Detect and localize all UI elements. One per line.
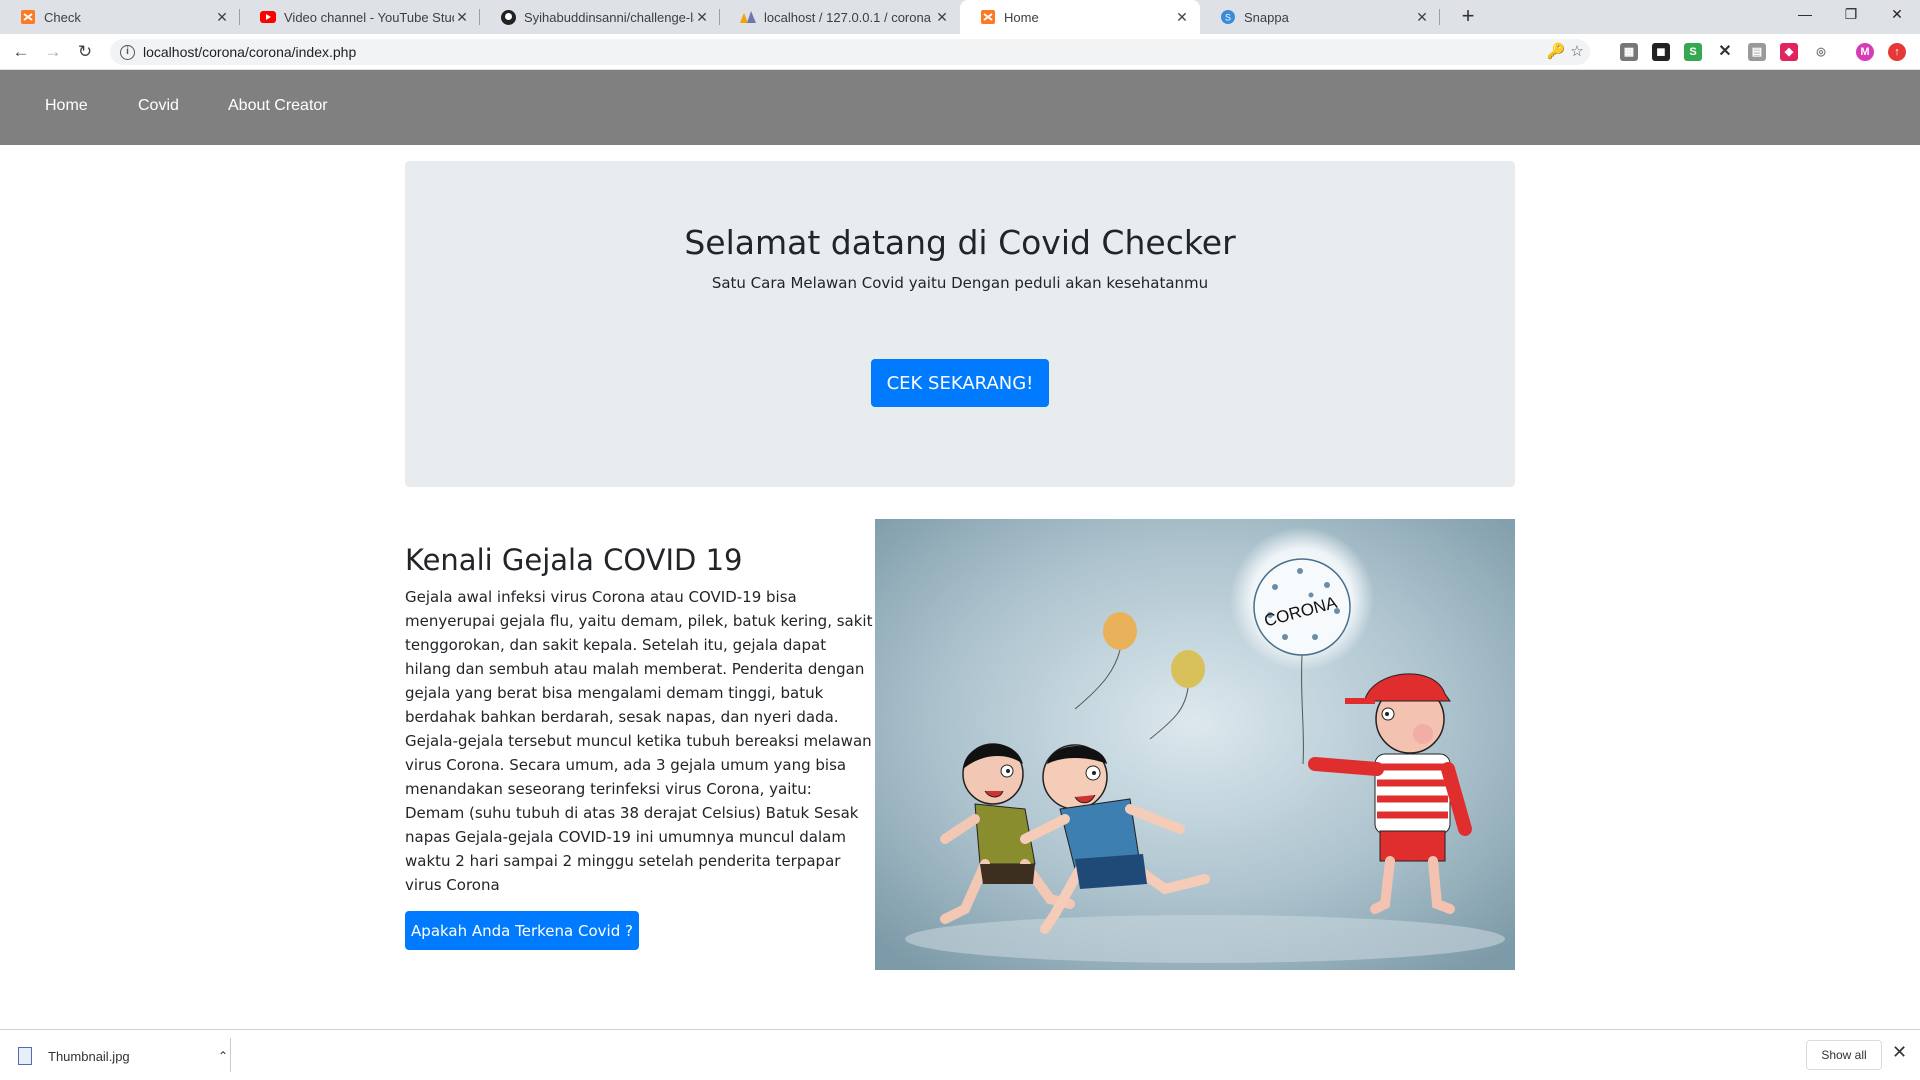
- xampp-icon: [20, 9, 36, 25]
- extension-grid-icon[interactable]: ▦: [1620, 43, 1638, 61]
- url-text: localhost/corona/corona/index.php: [143, 44, 357, 60]
- close-icon[interactable]: ✕: [934, 9, 950, 26]
- window-close-button[interactable]: ✕: [1874, 0, 1920, 30]
- download-item[interactable]: Thumbnail.jpg ⌃: [18, 1042, 228, 1070]
- extension-game-icon[interactable]: ◼: [1652, 43, 1670, 61]
- jumbotron-subtitle: Satu Cara Melawan Covid yaitu Dengan ped…: [711, 274, 1209, 292]
- jumbotron-title: Selamat datang di Covid Checker: [684, 223, 1236, 262]
- close-icon[interactable]: ✕: [454, 9, 470, 26]
- info-icon[interactable]: i: [120, 44, 135, 60]
- symptoms-section: Kenali Gejala COVID 19 Gejala awal infek…: [405, 543, 875, 950]
- extension-target-icon[interactable]: ◎: [1812, 43, 1830, 61]
- tab-title: Syihabuddinsanni/challenge-last: [524, 9, 694, 25]
- back-button[interactable]: ←: [9, 40, 33, 64]
- snappa-icon: S: [1220, 9, 1236, 25]
- nav-home[interactable]: Home: [45, 97, 88, 115]
- update-icon[interactable]: ↑: [1888, 43, 1906, 61]
- tab-title: Home: [1004, 9, 1039, 25]
- browser-toolbar: ← → ↻ i localhost/corona/corona/index.ph…: [0, 34, 1920, 70]
- nav-about-creator[interactable]: About Creator: [228, 97, 328, 115]
- tab-check[interactable]: Check ✕: [0, 0, 240, 34]
- new-tab-button[interactable]: +: [1455, 4, 1481, 30]
- tab-github[interactable]: Syihabuddinsanni/challenge-last ✕: [480, 0, 720, 34]
- jumbotron: Selamat datang di Covid Checker Satu Car…: [405, 161, 1515, 487]
- tab-separator: [1439, 9, 1440, 25]
- tab-title: Snappa: [1244, 9, 1289, 25]
- phpmyadmin-icon: [740, 9, 756, 25]
- download-filename: Thumbnail.jpg: [48, 1048, 130, 1064]
- page: Home Covid About Creator Selamat datang …: [0, 70, 1920, 1030]
- address-bar[interactable]: i localhost/corona/corona/index.php 🔑 ☆: [110, 39, 1590, 65]
- svg-text:S: S: [1225, 13, 1231, 23]
- profile-avatar[interactable]: M: [1856, 43, 1874, 61]
- symptoms-text: Gejala awal infeksi virus Corona atau CO…: [405, 588, 873, 894]
- show-all-button[interactable]: Show all: [1806, 1040, 1882, 1070]
- nav-covid[interactable]: Covid: [138, 97, 179, 115]
- tab-home[interactable]: Home ✕: [960, 0, 1200, 34]
- reload-button[interactable]: ↻: [73, 40, 97, 64]
- covid-check-button[interactable]: Apakah Anda Terkena Covid ?: [405, 911, 639, 950]
- download-bar: Thumbnail.jpg ⌃ Show all ✕: [0, 1029, 1920, 1080]
- github-icon: [500, 9, 516, 25]
- chevron-up-icon[interactable]: ⌃: [218, 1049, 228, 1063]
- youtube-icon: [260, 9, 276, 25]
- extension-shield-icon[interactable]: ◆: [1780, 43, 1798, 61]
- star-icon[interactable]: ☆: [1565, 39, 1589, 65]
- forward-button[interactable]: →: [41, 40, 65, 64]
- image-file-icon: [18, 1047, 32, 1065]
- tab-title: Video channel - YouTube Studio: [284, 9, 454, 25]
- corona-illustration: CORONA: [875, 519, 1515, 970]
- xampp-icon: [980, 9, 996, 25]
- site-navbar: Home Covid About Creator: [0, 70, 1920, 145]
- close-icon[interactable]: ✕: [694, 9, 710, 26]
- check-now-button[interactable]: CEK SEKARANG!: [871, 359, 1049, 407]
- close-icon[interactable]: ✕: [1892, 1042, 1907, 1063]
- tab-snappa[interactable]: S Snappa ✕: [1200, 0, 1440, 34]
- tab-youtube-studio[interactable]: Video channel - YouTube Studio ✕: [240, 0, 480, 34]
- close-icon[interactable]: ✕: [1414, 9, 1430, 26]
- extension-table-icon[interactable]: ▤: [1748, 43, 1766, 61]
- extension-x-icon[interactable]: ✕: [1716, 43, 1734, 61]
- close-icon[interactable]: ✕: [1174, 9, 1190, 26]
- tab-strip: Check ✕ Video channel - YouTube Studio ✕…: [0, 0, 1920, 34]
- tab-phpmyadmin[interactable]: localhost / 127.0.0.1 / corona / u ✕: [720, 0, 960, 34]
- download-separator: [230, 1038, 231, 1072]
- restore-button[interactable]: ❐: [1828, 0, 1874, 30]
- tab-title: localhost / 127.0.0.1 / corona / u: [764, 9, 934, 25]
- extension-s-icon[interactable]: S: [1684, 43, 1702, 61]
- close-icon[interactable]: ✕: [214, 9, 230, 26]
- minimize-button[interactable]: —: [1782, 0, 1828, 30]
- tab-title: Check: [44, 9, 81, 25]
- symptoms-heading: Kenali Gejala COVID 19: [405, 543, 743, 577]
